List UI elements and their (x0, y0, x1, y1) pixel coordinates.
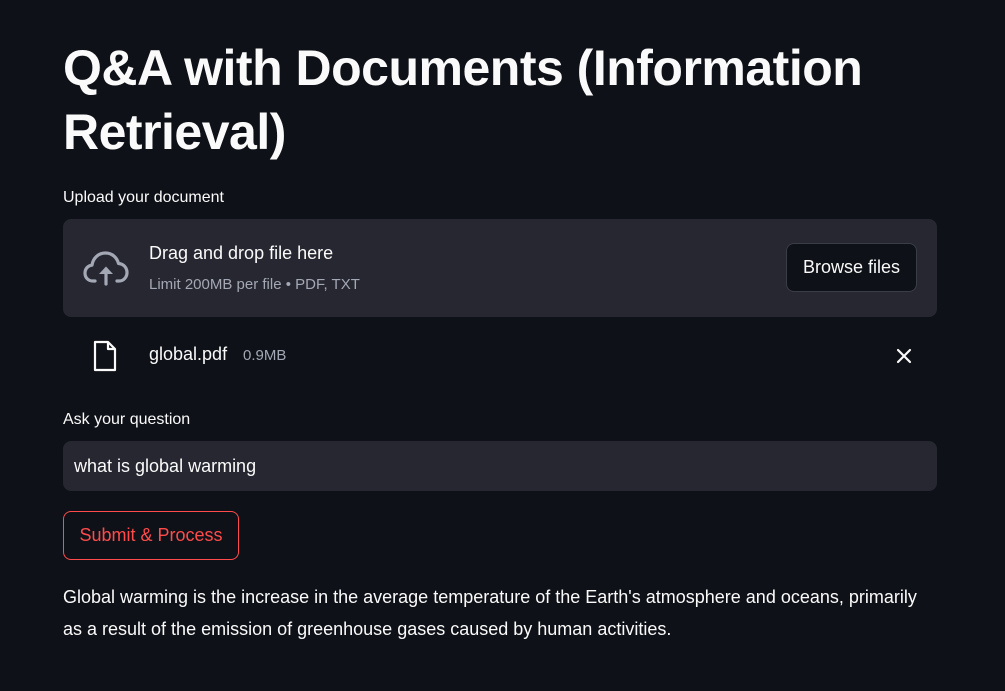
page-title: Q&A with Documents (Information Retrieva… (63, 40, 863, 160)
cloud-upload-icon (83, 251, 129, 286)
file-dropzone[interactable]: Drag and drop file here Limit 200MB per … (63, 219, 937, 317)
dropzone-title: Drag and drop file here (149, 243, 334, 263)
upload-label: Upload your document (63, 189, 224, 206)
file-name: global.pdf (149, 344, 228, 364)
close-icon (896, 348, 912, 364)
file-icon (93, 340, 117, 372)
submit-process-button[interactable]: Submit & Process (63, 511, 239, 560)
dropzone-limit-text: Limit 200MB per file • PDF, TXT (149, 276, 360, 293)
answer-text: Global warming is the increase in the av… (63, 587, 917, 639)
uploaded-file-row: global.pdf 0.9MB (63, 335, 937, 377)
file-size: 0.9MB (243, 347, 287, 364)
question-label: Ask your question (63, 411, 191, 428)
remove-file-button[interactable] (891, 343, 917, 369)
question-input[interactable] (63, 441, 937, 491)
browse-files-button[interactable]: Browse files (786, 243, 917, 292)
